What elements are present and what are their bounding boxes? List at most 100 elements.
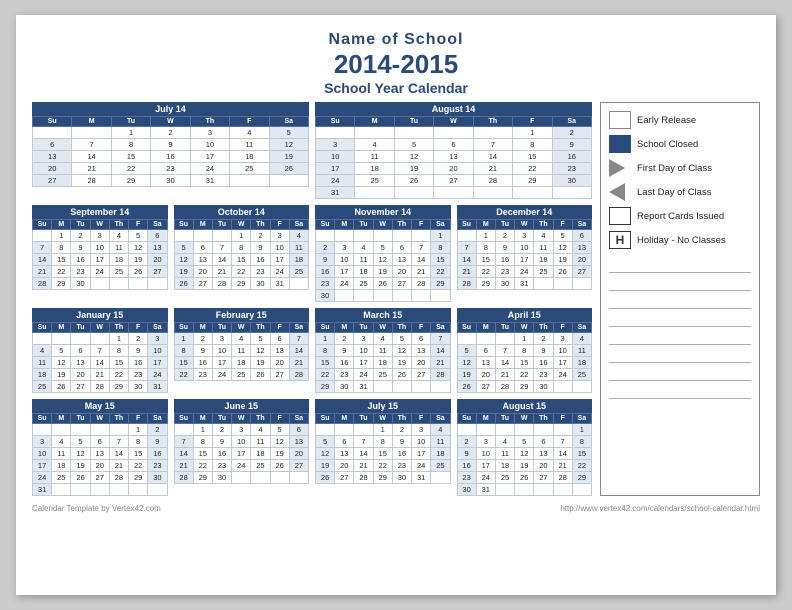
cal-cell: 9 bbox=[552, 139, 591, 151]
cal-cell: 17 bbox=[90, 254, 109, 266]
cal-cell: 15 bbox=[193, 448, 212, 460]
cal-header-jul15: July 15 bbox=[315, 399, 451, 413]
cal-day-header: Tu bbox=[495, 414, 514, 424]
cal-cell: 17 bbox=[232, 448, 251, 460]
calendar-oct14: October 14SuMTuWThFSa1234567891011121314… bbox=[174, 205, 310, 302]
cal-cell: 3 bbox=[90, 230, 109, 242]
cal-cell bbox=[552, 187, 591, 199]
cal-cell: 15 bbox=[174, 357, 193, 369]
cal-cell bbox=[193, 230, 212, 242]
cal-day-header: F bbox=[129, 220, 148, 230]
cal-day-header: Th bbox=[251, 414, 270, 424]
cal-day-header: W bbox=[232, 414, 251, 424]
cal-cell: 23 bbox=[552, 163, 591, 175]
cal-day-header: F bbox=[270, 220, 289, 230]
cal-cell: 4 bbox=[52, 436, 71, 448]
cal-cell: 20 bbox=[90, 460, 109, 472]
cal-cell: 10 bbox=[270, 242, 289, 254]
cal-cell: 16 bbox=[392, 448, 411, 460]
cal-cell: 27 bbox=[148, 266, 167, 278]
subtitle: School Year Calendar bbox=[32, 80, 760, 96]
cal-day-header: Th bbox=[534, 414, 553, 424]
cal-cell: 5 bbox=[373, 242, 392, 254]
legend-item-first-day: First Day of Class bbox=[609, 159, 751, 177]
cal-cell: 24 bbox=[316, 175, 355, 187]
cal-cell: 6 bbox=[476, 345, 495, 357]
cal-cell: 13 bbox=[412, 345, 431, 357]
cal-cell: 8 bbox=[193, 436, 212, 448]
cal-cell: 1 bbox=[129, 424, 148, 436]
header: Name of School 2014-2015 School Year Cal… bbox=[32, 31, 760, 96]
cal-cell: 28 bbox=[431, 369, 450, 381]
cal-day-header: M bbox=[476, 323, 495, 333]
cal-cell: 5 bbox=[553, 230, 572, 242]
cal-cell bbox=[230, 175, 269, 187]
cal-cell bbox=[129, 278, 148, 290]
cal-day-header: M bbox=[335, 220, 354, 230]
cal-cell bbox=[33, 424, 52, 436]
cal-cell: 30 bbox=[148, 472, 167, 484]
cal-cell: 16 bbox=[71, 254, 90, 266]
cal-cell: 25 bbox=[354, 278, 373, 290]
cal-cell bbox=[316, 127, 355, 139]
cal-cell: 18 bbox=[495, 460, 514, 472]
cal-cell: 11 bbox=[495, 448, 514, 460]
cal-cell bbox=[212, 230, 231, 242]
cal-cell: 3 bbox=[412, 424, 431, 436]
cal-cell: 25 bbox=[373, 369, 392, 381]
cal-cell: 25 bbox=[33, 381, 52, 393]
cal-day-header: Su bbox=[33, 220, 52, 230]
cal-table-oct14: SuMTuWThFSa12345678910111213141516171819… bbox=[174, 219, 310, 290]
cal-cell: 6 bbox=[434, 139, 473, 151]
cal-cell bbox=[572, 381, 591, 393]
cal-cell: 30 bbox=[335, 381, 354, 393]
cal-cell: 3 bbox=[316, 139, 355, 151]
cal-cell: 11 bbox=[373, 345, 392, 357]
cal-cell bbox=[572, 278, 591, 290]
cal-cell: 21 bbox=[457, 266, 476, 278]
cal-cell: 8 bbox=[476, 242, 495, 254]
cal-cell: 29 bbox=[52, 278, 71, 290]
cal-cell: 6 bbox=[193, 242, 212, 254]
cal-cell: 22 bbox=[232, 266, 251, 278]
cal-cell: 30 bbox=[151, 175, 190, 187]
cal-cell: 11 bbox=[534, 242, 553, 254]
cal-cell: 9 bbox=[71, 242, 90, 254]
cal-cell: 4 bbox=[33, 345, 52, 357]
cal-cell: 3 bbox=[515, 230, 534, 242]
cal-cell: 3 bbox=[33, 436, 52, 448]
cal-cell bbox=[373, 230, 392, 242]
cal-cell: 31 bbox=[412, 472, 431, 484]
cal-cell bbox=[52, 424, 71, 436]
cal-table-nov14: SuMTuWThFSa12345678910111213141516171819… bbox=[315, 219, 451, 302]
cal-cell: 9 bbox=[495, 242, 514, 254]
legend-label-holiday: Holiday - No Classes bbox=[637, 235, 726, 246]
cal-cell: 20 bbox=[148, 254, 167, 266]
cal-cell: 19 bbox=[52, 369, 71, 381]
cal-cell bbox=[434, 187, 473, 199]
cal-header-oct14: October 14 bbox=[174, 205, 310, 219]
cal-cell: 19 bbox=[515, 460, 534, 472]
cal-cell: 25 bbox=[289, 266, 308, 278]
legend-label-first-day: First Day of Class bbox=[637, 163, 712, 174]
cal-cell bbox=[335, 230, 354, 242]
cal-cell bbox=[431, 381, 450, 393]
cal-day-header: Th bbox=[190, 117, 229, 127]
calendar-may15: May 15SuMTuWThFSa12345678910111213141516… bbox=[32, 399, 168, 496]
cal-cell: 1 bbox=[515, 333, 534, 345]
cal-cell bbox=[33, 127, 72, 139]
cal-cell: 29 bbox=[232, 278, 251, 290]
note-line bbox=[609, 311, 751, 327]
cal-day-header: F bbox=[129, 323, 148, 333]
year: 2014-2015 bbox=[32, 49, 760, 80]
cal-cell: 29 bbox=[513, 175, 552, 187]
cal-cell: 12 bbox=[251, 345, 270, 357]
cal-cell: 14 bbox=[431, 345, 450, 357]
cal-header-feb15: February 15 bbox=[174, 308, 310, 322]
cal-cell: 2 bbox=[212, 424, 231, 436]
cal-cell: 12 bbox=[71, 448, 90, 460]
legend-item-last-day: Last Day of Class bbox=[609, 183, 751, 201]
cal-cell: 8 bbox=[513, 139, 552, 151]
cal-cell bbox=[515, 424, 534, 436]
cal-cell: 14 bbox=[473, 151, 512, 163]
